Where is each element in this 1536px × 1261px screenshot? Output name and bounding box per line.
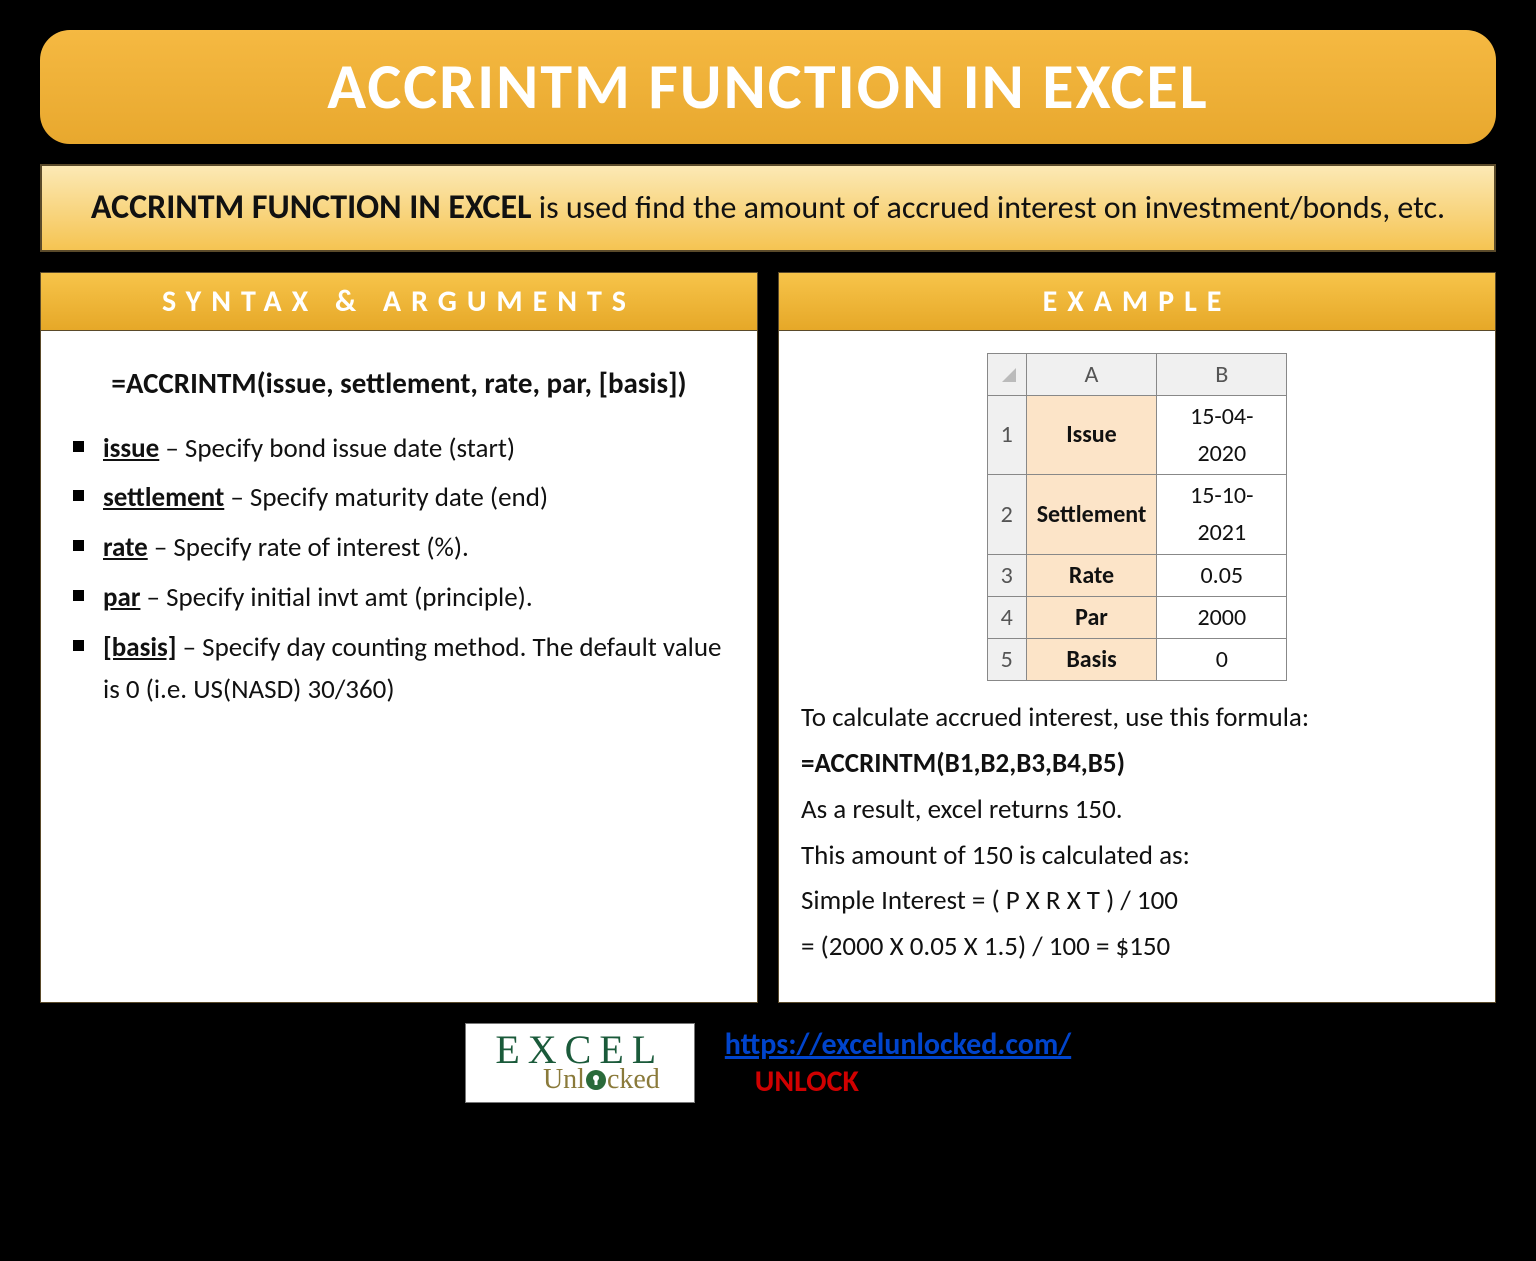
example-calc-result: = (2000 X 0.05 X 1.5) / 100 = $150 <box>801 926 1473 968</box>
example-intro: To calculate accrued interest, use this … <box>801 697 1473 739</box>
footer-right: https://excelunlocked.com/ UNLOCK <box>725 1026 1071 1100</box>
footer: EXCEL Unl cked https://excelunlocked.com… <box>30 1023 1506 1103</box>
cell-label: Issue <box>1026 395 1157 474</box>
row-header: 4 <box>987 596 1026 638</box>
cell-value: 15-10-2021 <box>1157 475 1287 554</box>
page-title: ACCRINTM FUNCTION IN EXCEL <box>80 48 1456 126</box>
excel-table: A B 1 Issue 15-04-2020 2 Settlement 15-1… <box>987 353 1288 682</box>
example-result-line: As a result, excel returns 150. <box>801 789 1473 831</box>
arg-name: rate <box>103 531 148 564</box>
table-row: 1 Issue 15-04-2020 <box>987 395 1287 474</box>
example-column: EXAMPLE A B 1 Issue 15-04-2020 2 Settlem… <box>778 272 1496 1004</box>
example-calc-intro: This amount of 150 is calculated as: <box>801 835 1473 877</box>
row-header: 5 <box>987 638 1026 680</box>
table-row: 3 Rate 0.05 <box>987 554 1287 596</box>
table-row: 2 Settlement 15-10-2021 <box>987 475 1287 554</box>
example-text: To calculate accrued interest, use this … <box>801 697 1473 968</box>
syntax-formula: =ACCRINTM(issue, settlement, rate, par, … <box>63 361 735 406</box>
cell-value: 2000 <box>1157 596 1287 638</box>
example-header: EXAMPLE <box>778 272 1496 331</box>
arg-name: settlement <box>103 481 224 514</box>
cell-label: Par <box>1026 596 1157 638</box>
arg-desc: – Specify initial invt amt (principle). <box>140 581 532 614</box>
example-body: A B 1 Issue 15-04-2020 2 Settlement 15-1… <box>778 331 1496 1004</box>
col-header: A <box>1026 353 1157 395</box>
logo-unlocked-text: Unl cked <box>543 1064 660 1096</box>
select-all-triangle-icon <box>998 366 1016 382</box>
arg-desc: – Specify bond issue date (start) <box>159 432 515 465</box>
arg-name: issue <box>103 432 159 465</box>
cell-value: 0.05 <box>1157 554 1287 596</box>
arg-desc: – Specify rate of interest (%). <box>148 531 469 564</box>
row-header: 3 <box>987 554 1026 596</box>
cell-label: Settlement <box>1026 475 1157 554</box>
table-row: 4 Par 2000 <box>987 596 1287 638</box>
arguments-list: issue – Specify bond issue date (start) … <box>63 428 735 711</box>
arg-name: [basis] <box>103 631 177 664</box>
arg-name: par <box>103 581 140 614</box>
col-header: B <box>1157 353 1287 395</box>
arg-item: rate – Specify rate of interest (%). <box>73 527 735 569</box>
row-header: 2 <box>987 475 1026 554</box>
title-bar: ACCRINTM FUNCTION IN EXCEL <box>40 30 1496 144</box>
example-calc-formula: Simple Interest = ( P X R X T ) / 100 <box>801 880 1473 922</box>
description-lead: ACCRINTM FUNCTION IN EXCEL <box>91 187 532 228</box>
table-corner <box>987 353 1026 395</box>
arg-item: par – Specify initial invt amt (principl… <box>73 577 735 619</box>
syntax-body: =ACCRINTM(issue, settlement, rate, par, … <box>40 331 758 1004</box>
cell-value: 15-04-2020 <box>1157 395 1287 474</box>
arg-desc: – Specify day counting method. The defau… <box>103 631 721 706</box>
logo: EXCEL Unl cked <box>465 1023 695 1103</box>
cell-label: Rate <box>1026 554 1157 596</box>
syntax-column: SYNTAX & ARGUMENTS =ACCRINTM(issue, sett… <box>40 272 758 1004</box>
arg-item: [basis] – Specify day counting method. T… <box>73 627 735 711</box>
row-header: 1 <box>987 395 1026 474</box>
footer-link[interactable]: https://excelunlocked.com/ <box>725 1026 1071 1063</box>
description-rest: is used find the amount of accrued inter… <box>532 188 1446 227</box>
keyhole-icon <box>585 1069 607 1091</box>
description-box: ACCRINTM FUNCTION IN EXCEL is used find … <box>40 164 1496 252</box>
footer-unlock: UNLOCK <box>755 1063 1071 1100</box>
cell-value: 0 <box>1157 638 1287 680</box>
example-formula: =ACCRINTM(B1,B2,B3,B4,B5) <box>801 743 1473 785</box>
arg-item: settlement – Specify maturity date (end) <box>73 477 735 519</box>
table-row: 5 Basis 0 <box>987 638 1287 680</box>
syntax-header: SYNTAX & ARGUMENTS <box>40 272 758 331</box>
arg-item: issue – Specify bond issue date (start) <box>73 428 735 470</box>
arg-desc: – Specify maturity date (end) <box>224 481 548 514</box>
cell-label: Basis <box>1026 638 1157 680</box>
columns-container: SYNTAX & ARGUMENTS =ACCRINTM(issue, sett… <box>40 272 1496 1004</box>
